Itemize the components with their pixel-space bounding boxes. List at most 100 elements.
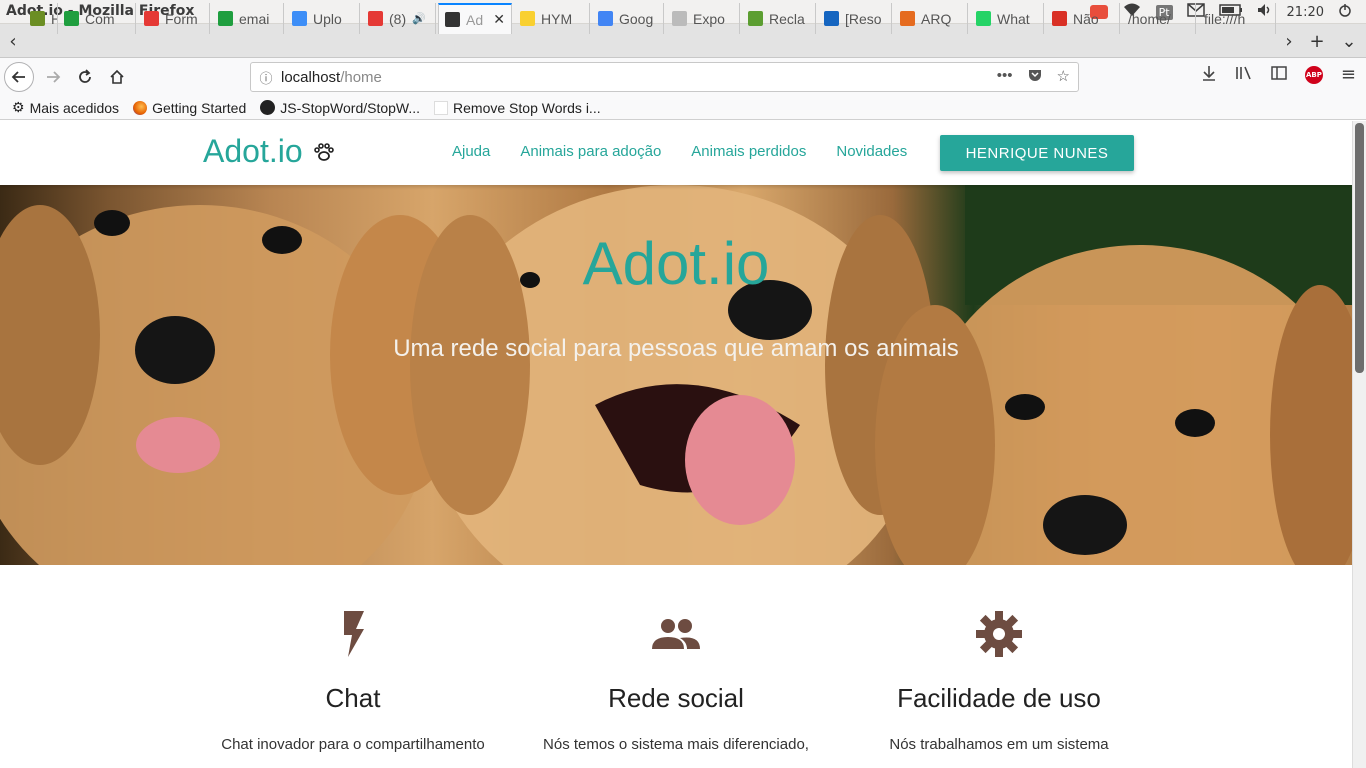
pocket-icon[interactable] [1027,67,1043,87]
browser-tab[interactable]: ARQ [894,3,968,34]
back-button[interactable] [4,62,34,92]
tab-favicon-icon [598,11,613,26]
browser-tab[interactable]: Com [58,3,136,34]
tab-close-icon[interactable]: ✕ [493,11,505,28]
bookmark-label: Mais acedidos [29,99,120,116]
tab-favicon-icon [64,11,79,26]
tab-favicon-icon [824,11,839,26]
browser-tab[interactable]: (8) 🔊 [362,3,436,34]
brand-logo[interactable]: Adot.io [203,133,335,170]
url-path: /home [340,68,382,86]
tab-label: Goog [619,10,654,27]
tab-favicon-icon [368,11,383,26]
hero-banner: Adot.io Uma rede social para pessoas que… [0,185,1352,565]
page-actions-icon[interactable]: ••• [997,67,1013,87]
page-viewport: Adot.io Ajuda Animais para adoção Animai… [0,121,1352,768]
features-section: Chat Chat inovador para o compartilhamen… [0,565,1352,768]
bookmark-most-visited[interactable]: ⚙ Mais acedidos [12,99,119,116]
tab-label: ARQ [921,10,952,27]
bookmark-getting-started[interactable]: Getting Started [133,100,246,116]
bookmark-remove-stop-words[interactable]: Remove Stop Words i... [434,100,601,116]
feature-text: Nós trabalhamos em um sistema [889,736,1109,753]
browser-tab[interactable]: HYM [514,3,590,34]
back-arrow-icon [11,71,25,83]
toolbar-right: ABP ≡ [1201,64,1356,85]
reload-button[interactable] [70,62,100,92]
home-icon [110,69,124,84]
sidebar-icon[interactable] [1271,65,1287,84]
page-scrollbar[interactable] [1352,121,1366,768]
tab-label: Não [1073,10,1099,27]
downloads-icon[interactable] [1201,65,1217,85]
tab-label: /home/ [1128,10,1171,27]
tab-favicon-icon [672,11,687,26]
tab-favicon-icon [1052,11,1067,26]
tabs-scroll-right-icon[interactable]: › [1278,24,1300,58]
browser-tab[interactable]: [Reso [818,3,892,34]
nav-link-ajuda[interactable]: Ajuda [452,143,490,160]
bookmark-label: Getting Started [152,99,247,116]
feature-text: Nós temos o sistema mais diferenciado, [543,736,809,753]
url-bar[interactable]: ⓘ localhost/home ••• ☆ [250,62,1079,92]
bookmark-stopword[interactable]: JS-StopWord/StopW... [260,100,420,116]
bookmark-star-icon[interactable]: ☆ [1057,67,1070,87]
browser-tab[interactable]: Goog [592,3,664,34]
clock[interactable]: 21:20 [1287,5,1324,20]
hero-subtitle: Uma rede social para pessoas que amam os… [393,335,959,362]
adblock-plus-icon[interactable]: ABP [1304,65,1323,84]
feature-social: Rede social Nós temos o sistema mais dif… [526,609,826,753]
tab-favicon-icon [218,11,233,26]
tab-favicon-icon [520,11,535,26]
site-navbar: Adot.io Ajuda Animais para adoção Animai… [0,121,1352,185]
site-info-icon[interactable]: ⓘ [251,68,281,87]
browser-tab[interactable]: Expo [666,3,740,34]
browser-tab[interactable]: Não [1046,3,1120,34]
bookmark-label: Remove Stop Words i... [453,99,601,116]
tab-label: [Reso [845,10,882,27]
paw-icon [313,142,334,161]
reload-icon [79,69,91,83]
browser-tab[interactable]: What [970,3,1044,34]
browser-tab[interactable]: /home/ [1122,3,1196,34]
library-icon[interactable] [1235,65,1253,85]
tab-favicon-icon [900,11,915,26]
new-tab-button[interactable]: + [1306,24,1328,58]
browser-tab[interactable]: HP [24,3,58,34]
tab-label: What [997,10,1030,27]
user-profile-button[interactable]: HENRIQUE NUNES [940,135,1134,171]
browser-tab[interactable]: Uplo [286,3,360,34]
brand-name: Adot.io [203,133,303,169]
tab-label: emai [239,10,270,27]
tab-label: Uplo [313,10,342,27]
tabs-scroll-left-icon[interactable]: ‹ [2,24,24,58]
gear-icon: ⚙ [12,99,25,115]
feature-text: Chat inovador para o compartilhamento [221,736,485,753]
home-button[interactable] [102,62,132,92]
nav-link-animais-adocao[interactable]: Animais para adoção [520,143,661,160]
people-icon [652,619,700,649]
browser-tab[interactable]: file:///h [1198,3,1276,34]
nav-link-novidades[interactable]: Novidades [836,143,907,160]
tab-favicon-icon [30,11,45,26]
browser-tab[interactable]: emai [212,3,284,34]
nav-link-animais-perdidos[interactable]: Animais perdidos [691,143,806,160]
browser-tab[interactable]: Recla [742,3,816,34]
navigation-toolbar: ⓘ localhost/home ••• ☆ ABP ≡ [0,58,1366,96]
browser-tab[interactable]: Ad ✕ [438,3,512,34]
github-icon [260,100,276,115]
feature-ease: Facilidade de uso Nós trabalhamos em um … [849,609,1149,753]
tab-label: Ad [466,11,484,28]
menu-hamburger-icon[interactable]: ≡ [1341,64,1356,85]
forward-button[interactable] [38,62,68,92]
all-tabs-menu-icon[interactable]: ⌄ [1338,24,1360,58]
firefox-icon [133,100,148,115]
bookmarks-toolbar: ⚙ Mais acedidos Getting Started JS-StopW… [0,96,1366,120]
tab-favicon-icon [976,11,991,26]
tab-label: Expo [693,10,725,27]
tab-favicon-icon [445,12,460,27]
tab-label: HP [51,11,57,27]
tab-audio-icon[interactable]: 🔊 [412,12,426,25]
scrollbar-thumb[interactable] [1355,123,1364,373]
power-icon[interactable] [1338,3,1352,21]
browser-tab[interactable]: Form [138,3,210,34]
